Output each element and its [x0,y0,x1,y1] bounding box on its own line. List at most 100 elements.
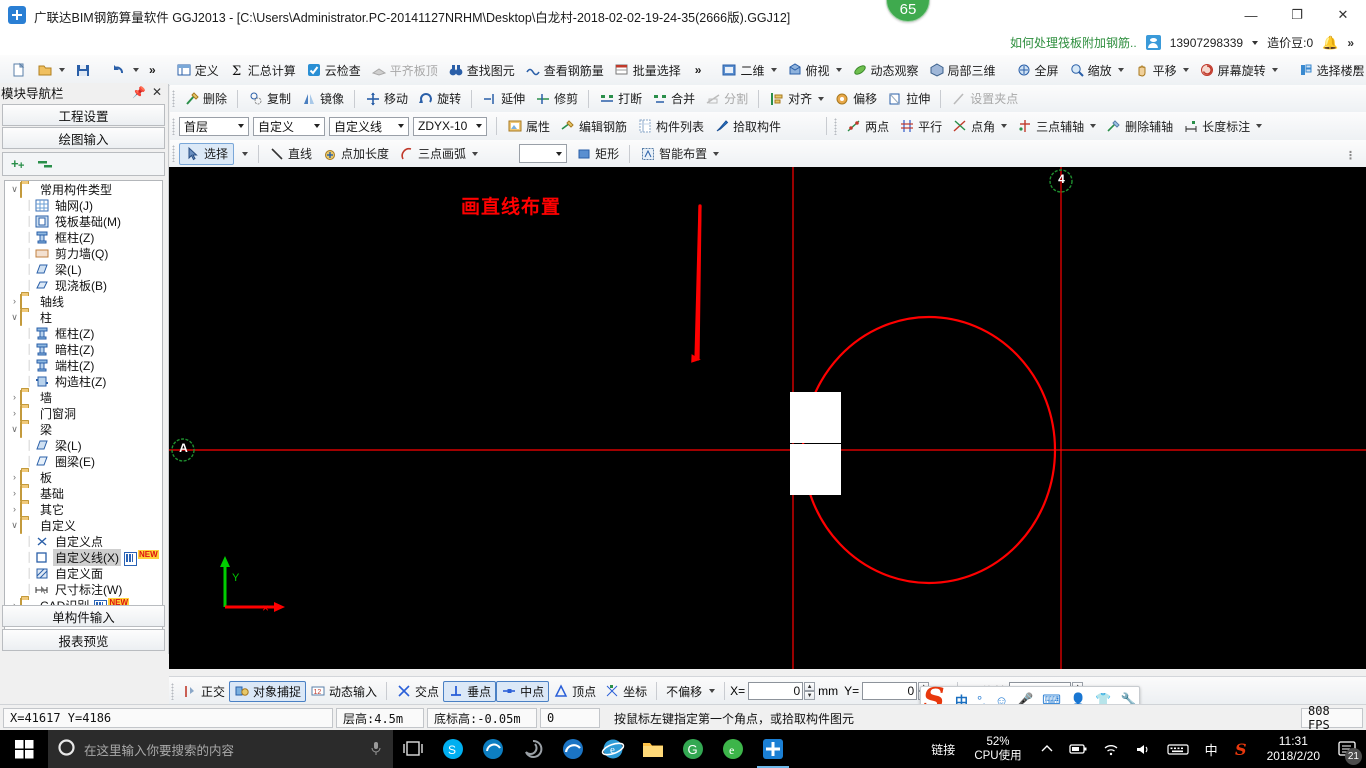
summary-calc-button[interactable]: Σ 汇总计算 [224,59,301,81]
toolbar-gripper[interactable] [172,145,175,162]
battery-icon[interactable] [1062,730,1094,768]
extend-button[interactable]: 延伸 [477,88,530,110]
drawing-input-button[interactable]: 绘图输入 [2,127,165,149]
chevron-down-icon[interactable] [818,96,825,101]
toolbar4-overflow[interactable]: ⋮ [1345,149,1356,162]
find-element-button[interactable]: 查找图元 [443,59,520,81]
properties-button[interactable]: 属性 [502,115,555,137]
three-point-arc-button[interactable]: 三点画弧 [394,143,483,165]
chevron-down-icon[interactable]: ∨ [9,184,20,195]
offset-button[interactable]: 偏移 [829,88,882,110]
tree-item-柱[interactable]: ∨ 柱 [5,309,162,326]
delete-axis-button[interactable]: 删除辅轴 [1101,115,1178,137]
chevron-right-icon[interactable]: › [9,472,20,482]
line-tool-button[interactable]: 直线 [264,143,317,165]
component-name-combo[interactable]: ZDYX-10 [413,116,487,136]
three-point-axis-button[interactable]: 三点辅轴 [1012,115,1101,137]
keyboard-icon[interactable] [1160,730,1196,768]
fullscreen-button[interactable]: 全屏 [1011,59,1064,81]
mirror-button[interactable]: 镜像 [296,88,349,110]
tree-item-自定义[interactable]: ∨ 自定义 [5,517,162,534]
tree-item-构造柱z[interactable]: │ 构造柱(Z) [5,373,162,389]
sogou-tray-icon[interactable]: S [1227,730,1257,768]
microphone-icon[interactable] [369,740,383,759]
chevron-down-icon[interactable] [1117,68,1124,72]
close-icon[interactable]: ✕ [152,85,162,99]
midpoint-snap[interactable]: 中点 [496,680,550,702]
object-snap-toggle[interactable]: 对象捕捉 [229,680,307,702]
tree-item-自定义点[interactable]: │ 自定义点 [5,533,162,549]
expand-all-icon[interactable]: + + [11,156,29,173]
select-tool-dropdown[interactable] [234,143,253,165]
tree-item-框柱z[interactable]: │ 框柱(Z) [5,229,162,245]
undo-button[interactable] [106,59,144,81]
align-button[interactable]: 对齐 [764,88,829,110]
pick-component-button[interactable]: 拾取构件 [709,115,786,137]
rotate-button[interactable]: 旋转 [413,88,466,110]
windows-start-icon[interactable] [0,730,48,768]
tree-item-门窗洞[interactable]: › 门窗洞 [5,405,162,422]
intersection-snap[interactable]: 交点 [392,681,443,702]
tree-item-常用构件类型[interactable]: ∨ 常用构件类型 [5,181,162,198]
move-button[interactable]: 移动 [360,88,413,110]
coordinate-snap[interactable]: 坐标 [600,681,651,702]
tree-item-筏板基础m[interactable]: │ 筏板基础(M) [5,213,162,229]
rectangle-tool-button[interactable]: 矩形 [571,143,624,165]
x-spinner[interactable]: ▲ ▼ [804,682,816,700]
snapbar-gripper[interactable] [171,682,174,700]
dynamic-input-toggle[interactable]: 12 动态输入 [306,681,381,702]
save-button[interactable] [70,59,96,81]
chevron-down-icon[interactable] [242,151,249,156]
promo-link[interactable]: 如何处理筏板附加钢筋.. [1010,34,1137,51]
volume-icon[interactable] [1128,730,1158,768]
chevron-down-icon[interactable] [1252,40,1259,45]
offset-mode-combo[interactable]: 不偏移 [662,681,719,702]
open-file-button[interactable] [32,59,70,81]
tree-item-梁[interactable]: ∨ 梁 [5,421,162,438]
chevron-down-icon[interactable] [709,689,716,693]
close-button[interactable]: ✕ [1320,0,1366,30]
point-plus-length-button[interactable]: 点加长度 [317,143,394,165]
trim-button[interactable]: 修剪 [530,88,583,110]
merge-button[interactable]: 合并 [647,88,700,110]
chevron-down-icon[interactable] [1182,68,1189,72]
pin-icon[interactable]: 📌 [132,86,146,99]
perpendicular-snap[interactable]: 垂点 [443,680,497,702]
batch-select-button[interactable]: 批量选择 [609,59,686,81]
taskbar-app-edge-legacy-icon[interactable] [473,730,513,768]
toolbar-gripper[interactable] [172,117,175,135]
select-tool-button[interactable]: 选择 [179,142,235,165]
taskbar-clock[interactable]: 11:31 2018/2/20 [1259,730,1328,768]
tree-item-自定义面[interactable]: │ 自定义面 [5,565,162,581]
tree-item-现浇板b[interactable]: │ 现浇板(B) [5,277,162,293]
search-input[interactable]: 在这里输入你要搜索的内容 [48,730,393,768]
minimize-button[interactable]: — [1228,0,1274,30]
taskbar-app-green-g-icon[interactable]: G [673,730,713,768]
pan-button[interactable]: 平移 [1129,59,1194,81]
toolbar-gripper[interactable] [172,90,175,107]
break-button[interactable]: 打断 [594,88,647,110]
tree-item-暗柱z[interactable]: │ 暗柱(Z) [5,341,162,357]
taskbar-app-ie-icon[interactable]: e [593,730,633,768]
chevron-down-icon[interactable] [835,68,842,72]
maximize-button[interactable]: ❐ [1274,0,1320,30]
arc-mode-combo[interactable] [519,144,568,163]
edit-rebar-button[interactable]: 编辑钢筋 [555,115,632,137]
taskbar-app-edge-blue-icon[interactable] [553,730,593,768]
floor-combo[interactable]: 首层 [179,116,249,136]
chevron-right-icon[interactable]: › [9,392,20,402]
tree-item-剪力墙q[interactable]: │ 剪力墙(Q) [5,245,162,261]
length-dimension-button[interactable]: 长度标注 [1178,115,1267,137]
y-input[interactable]: 0 [862,682,918,700]
drawing-canvas[interactable]: 画直线布置 A 4 Y × [169,167,1366,669]
chevron-down-icon[interactable] [1256,124,1263,128]
notification-icon[interactable]: 21 [1330,730,1364,768]
local-3d-button[interactable]: 局部三维 [924,59,1001,81]
chevron-down-icon[interactable] [133,68,139,72]
chevron-down-icon[interactable] [713,151,720,156]
task-view-icon[interactable] [393,730,433,768]
tree-item-板[interactable]: › 板 [5,469,162,486]
point-angle-axis-button[interactable]: 点角 [947,115,1012,137]
toolbar1-overflow-right[interactable]: » [1354,62,1360,74]
ortho-toggle[interactable]: 正交 [178,681,229,702]
